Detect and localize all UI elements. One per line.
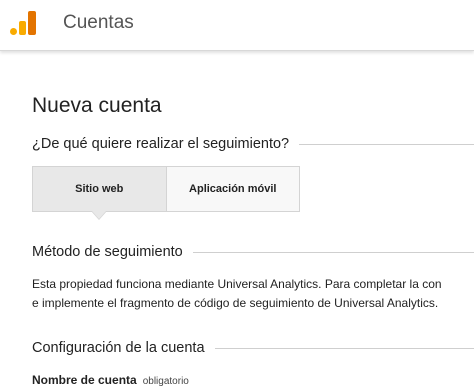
tracking-question-row: ¿De qué quiere realizar el seguimiento?: [32, 136, 474, 152]
app-title: Cuentas: [63, 12, 134, 33]
method-heading-row: Método de seguimiento: [32, 244, 474, 260]
tracking-method-description: Esta propiedad funciona mediante Univers…: [32, 275, 474, 313]
config-heading-row: Configuración de la cuenta: [32, 340, 474, 356]
divider: [214, 347, 474, 349]
tracking-type-toggle: Sitio web Aplicación móvil: [32, 166, 300, 220]
description-line: e implemente el fragmento de código de s…: [32, 296, 439, 310]
analytics-logo-icon[interactable]: [10, 11, 36, 35]
divider: [299, 143, 474, 145]
account-config-heading: Configuración de la cuenta: [32, 340, 205, 356]
description-line: Esta propiedad funciona mediante Univers…: [32, 277, 442, 291]
mobile-app-option-button[interactable]: Aplicación móvil: [166, 167, 299, 211]
account-name-label-text: Nombre de cuenta: [32, 373, 137, 387]
account-name-label: Nombre de cuenta obligatorio: [32, 373, 189, 387]
website-option-button[interactable]: Sitio web: [33, 167, 167, 220]
tracking-method-heading: Método de seguimiento: [32, 244, 183, 260]
divider: [192, 251, 474, 253]
required-indicator: obligatorio: [142, 376, 189, 387]
top-bar: Cuentas: [0, 0, 474, 51]
tracking-question: ¿De qué quiere realizar el seguimiento?: [32, 136, 290, 152]
page-title: Nueva cuenta: [32, 94, 162, 117]
